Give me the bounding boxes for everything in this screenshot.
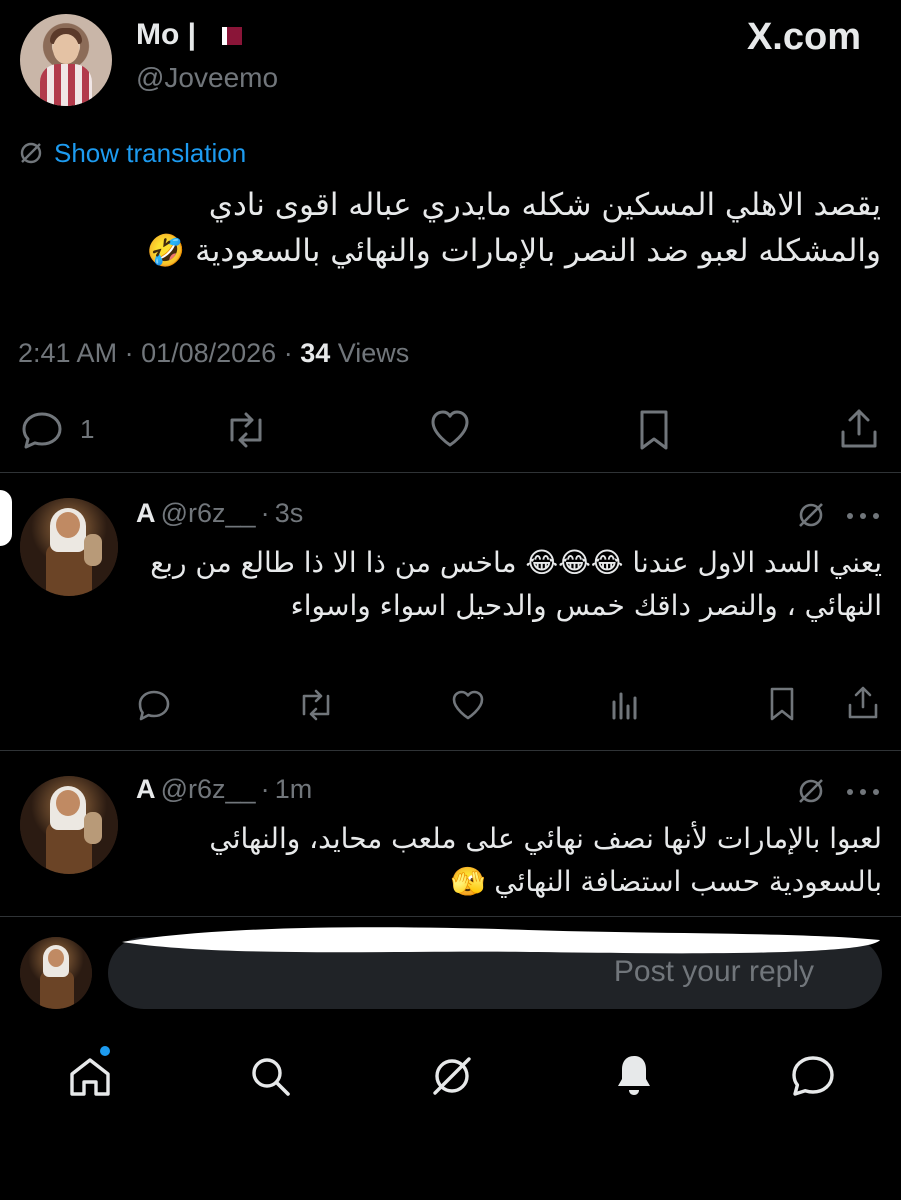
reply-avatar[interactable]	[20, 498, 118, 596]
more-options-icon[interactable]	[846, 788, 880, 796]
reply-text: يعني السد الاول عندنا 😂😂😂 ماخس من ذا الا…	[150, 546, 882, 622]
grok-icon[interactable]	[796, 776, 826, 806]
reply-icon[interactable]	[20, 410, 64, 450]
show-translation-link[interactable]: Show translation	[18, 137, 246, 169]
more-options-icon[interactable]	[846, 512, 880, 520]
author-display-name[interactable]: Mo |	[136, 18, 196, 52]
reply-time[interactable]: 3s	[275, 498, 304, 528]
like-icon[interactable]	[450, 688, 486, 722]
author-handle[interactable]: @Joveemo	[136, 62, 278, 94]
grok-icon[interactable]	[796, 500, 826, 530]
x-com-brand: X.com	[746, 16, 861, 58]
repost-icon[interactable]	[222, 410, 270, 450]
scroll-thumb[interactable]	[0, 490, 12, 546]
search-icon[interactable]	[246, 1052, 294, 1100]
share-icon[interactable]	[838, 406, 880, 450]
reply-name[interactable]: A	[136, 498, 156, 528]
reply-time[interactable]: 1m	[275, 774, 313, 804]
views-label: Views	[337, 338, 410, 368]
share-icon[interactable]	[846, 684, 880, 720]
post-text-line: يقصد الاهلي المسكين شكله مايدري عباله اق…	[208, 187, 881, 223]
divider	[0, 750, 901, 751]
repost-icon[interactable]	[296, 688, 336, 722]
reply-count: 1	[80, 414, 95, 444]
home-icon[interactable]	[66, 1052, 114, 1100]
grok-icon	[18, 140, 44, 166]
reply-text: لعبوا بالإمارات لأنها نصف نهائي على ملعب…	[209, 822, 882, 898]
messages-icon[interactable]	[788, 1052, 838, 1100]
views-count: 34	[300, 338, 331, 368]
redaction-scribble	[122, 927, 880, 954]
reply-name[interactable]: A	[136, 774, 156, 804]
reply-handle[interactable]: @r6z__	[161, 498, 256, 528]
reply-header: A @r6z__ · 1m	[136, 774, 313, 804]
reply-avatar[interactable]	[20, 776, 118, 874]
reply-handle[interactable]: @r6z__	[161, 774, 256, 804]
divider	[0, 472, 901, 473]
qatar-flag-emoji	[222, 27, 242, 45]
post-text: يقصد الاهلي المسكين شكله مايدري عباله اق…	[21, 182, 881, 274]
reply-header: A @r6z__ · 3s	[136, 498, 304, 528]
bell-icon[interactable]	[610, 1050, 658, 1100]
reply-icon[interactable]	[136, 688, 172, 722]
home-notification-dot	[100, 1046, 110, 1056]
post-text-line: والمشكله لعبو ضد النصر بالإمارات والنهائ…	[146, 233, 881, 269]
grok-icon[interactable]	[428, 1052, 476, 1100]
author-avatar[interactable]	[20, 14, 112, 106]
show-translation-label[interactable]: Show translation	[54, 138, 246, 169]
views-icon[interactable]	[608, 688, 642, 722]
composer-avatar	[20, 937, 92, 1009]
post-time[interactable]: 2:41 AM	[18, 338, 117, 368]
divider	[0, 916, 901, 917]
bookmark-icon[interactable]	[634, 408, 674, 452]
post-meta: 2:41 AM · 01/08/2026 · 34 Views	[18, 338, 410, 368]
like-icon[interactable]	[428, 408, 472, 450]
post-date[interactable]: 01/08/2026	[141, 338, 276, 368]
bookmark-icon[interactable]	[766, 686, 798, 722]
